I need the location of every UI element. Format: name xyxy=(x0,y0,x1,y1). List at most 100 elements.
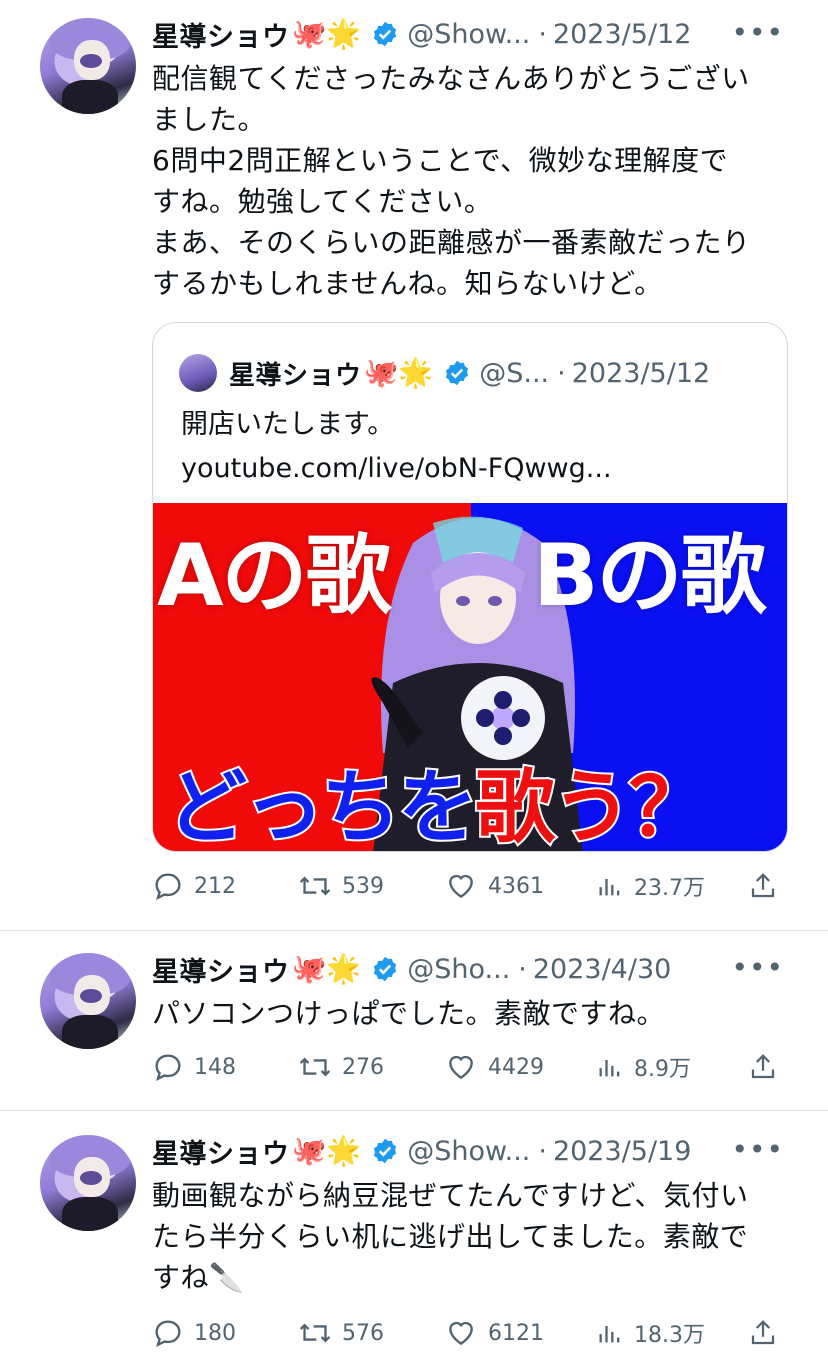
separator: · xyxy=(538,18,547,50)
thumb-bottom-b: 歌う？ xyxy=(473,759,711,852)
avatar[interactable] xyxy=(40,1135,136,1231)
tweet-line: ました。 xyxy=(152,103,267,136)
reply-button[interactable]: 180 xyxy=(152,1317,236,1349)
quote-link[interactable]: youtube.com/live/obN-FQwwg... xyxy=(181,447,612,491)
separator: · xyxy=(518,953,527,985)
author-name[interactable]: 星導ショウ xyxy=(152,15,290,54)
views-icon xyxy=(599,879,620,896)
verified-badge-icon xyxy=(371,1137,399,1165)
tweet-line: 動画観ながら納豆混ぜてたんですけど、気付い xyxy=(152,1179,749,1212)
like-count: 4361 xyxy=(488,873,544,899)
author-handle[interactable]: @Sho... xyxy=(407,954,510,985)
views-button[interactable]: 8.9万 xyxy=(596,1051,691,1083)
avatar[interactable] xyxy=(40,18,136,114)
action-bar: 212 539 4361 23.7万 xyxy=(152,868,788,904)
share-button[interactable] xyxy=(748,1051,788,1083)
tweet-line: 配信観てくださったみなさんありがとうござい xyxy=(152,62,750,95)
tweet-header: 星導ショウ 🐙🌟 @Show... · 2023/5/12 xyxy=(152,14,691,54)
views-icon xyxy=(599,1060,620,1077)
thumb-bottom-a: どっちを xyxy=(165,759,480,852)
reply-icon xyxy=(155,1054,181,1082)
author-emojis: 🐙🌟 xyxy=(291,17,362,50)
video-thumbnail[interactable]: Aの歌 Bの歌 どっちを歌う？ xyxy=(153,503,787,852)
author-emojis: 🐙🌟 xyxy=(291,952,362,985)
avatar[interactable] xyxy=(40,953,136,1049)
retweet-count: 576 xyxy=(342,1320,384,1346)
like-count: 4429 xyxy=(488,1054,544,1080)
views-button[interactable]: 23.7万 xyxy=(596,870,705,902)
thumb-left-label: Aの歌 xyxy=(157,526,392,626)
views-button[interactable]: 18.3万 xyxy=(596,1317,705,1349)
author-emojis: 🐙🌟 xyxy=(291,1134,362,1167)
tweet-date[interactable]: 2023/5/19 xyxy=(553,1136,691,1167)
verified-badge-icon xyxy=(371,955,399,983)
more-options-icon[interactable]: ••• xyxy=(731,16,784,49)
author-name[interactable]: 星導ショウ xyxy=(152,950,290,989)
quote-text: 開店いたします。 youtube.com/live/obN-FQwwg... xyxy=(181,403,612,491)
quote-body: 開店いたします。 xyxy=(181,409,395,440)
retweet-button[interactable]: 276 xyxy=(298,1051,384,1083)
reply-icon xyxy=(155,1320,181,1348)
share-button[interactable] xyxy=(748,870,788,902)
retweet-count: 276 xyxy=(342,1054,384,1080)
reply-count: 148 xyxy=(194,1054,236,1080)
like-button[interactable]: 4361 xyxy=(444,870,544,902)
retweet-button[interactable]: 576 xyxy=(298,1317,384,1349)
heart-icon xyxy=(449,1321,473,1346)
retweet-icon xyxy=(299,1057,331,1077)
like-button[interactable]: 4429 xyxy=(444,1051,544,1083)
reply-icon xyxy=(155,873,181,901)
tweet-line: たら半分くらい机に逃げ出してました。素敵で xyxy=(152,1220,749,1253)
like-button[interactable]: 6121 xyxy=(444,1317,544,1349)
retweet-icon xyxy=(299,1323,331,1343)
share-button[interactable] xyxy=(748,1317,788,1349)
tweet-3[interactable]: 星導ショウ 🐙🌟 @Show... · 2023/5/19 ••• 動画観ながら… xyxy=(0,1111,828,1368)
tweet-line: すね。勉強してください。 xyxy=(152,185,493,218)
quote-date: 2023/5/12 xyxy=(571,357,711,389)
more-options-icon[interactable]: ••• xyxy=(731,1133,784,1166)
tweet-header: 星導ショウ 🐙🌟 @Sho... · 2023/4/30 xyxy=(152,949,671,989)
quote-header: 星導ショウ 🐙🌟 @S... · 2023/5/12 xyxy=(179,353,710,393)
reply-button[interactable]: 212 xyxy=(152,870,236,902)
action-bar: 180 576 6121 18.3万 xyxy=(152,1315,788,1351)
verified-badge-icon xyxy=(371,20,399,48)
separator: · xyxy=(538,1135,547,1167)
quoted-tweet[interactable]: 星導ショウ 🐙🌟 @S... · 2023/5/12 開店いたします。 yout… xyxy=(152,322,788,852)
quote-author-emojis: 🐙🌟 xyxy=(363,356,434,389)
heart-icon xyxy=(449,1055,473,1080)
more-options-icon[interactable]: ••• xyxy=(731,951,784,984)
tweet-header: 星導ショウ 🐙🌟 @Show... · 2023/5/19 xyxy=(152,1131,691,1171)
share-icon xyxy=(751,873,775,898)
tweet-line: 6問中2問正解ということで、微妙な理解度で xyxy=(152,144,729,177)
author-handle[interactable]: @Show... xyxy=(407,1136,530,1167)
separator: · xyxy=(557,357,566,389)
tweet-2[interactable]: 星導ショウ 🐙🌟 @Sho... · 2023/4/30 ••• パソコンつけっ… xyxy=(0,931,828,1111)
reply-count: 212 xyxy=(194,873,236,899)
tweet-line: するかもしれませんね。知らないけど。 xyxy=(152,267,663,300)
heart-icon xyxy=(449,874,473,899)
retweet-button[interactable]: 539 xyxy=(298,870,384,902)
tweet-1[interactable]: 星導ショウ 🐙🌟 @Show... · 2023/5/12 ••• 配信観てくだ… xyxy=(0,0,828,930)
tweet-text: パソコンつけっぱでした。素敵ですね。 xyxy=(152,993,792,1034)
quote-avatar xyxy=(179,354,217,392)
quote-author-handle: @S... xyxy=(479,357,550,389)
tweet-text: 動画観ながら納豆混ぜてたんですけど、気付い たら半分くらい机に逃げ出してました。… xyxy=(152,1175,792,1298)
reply-count: 180 xyxy=(194,1320,236,1346)
tweet-date[interactable]: 2023/5/12 xyxy=(553,19,691,50)
view-count: 23.7万 xyxy=(634,876,705,901)
view-count: 8.9万 xyxy=(634,1057,691,1082)
retweet-count: 539 xyxy=(342,873,384,899)
tweet-text: 配信観てくださったみなさんありがとうござい ました。 6問中2問正解ということで… xyxy=(152,58,792,304)
tweet-line: すね🔪 xyxy=(152,1261,245,1294)
share-icon xyxy=(751,1320,775,1345)
tweet-line: まあ、そのくらいの距離感が一番素敵だったり xyxy=(152,226,751,259)
like-count: 6121 xyxy=(488,1320,544,1346)
quote-author-name: 星導ショウ xyxy=(229,360,362,391)
author-name[interactable]: 星導ショウ xyxy=(152,1132,290,1171)
share-icon xyxy=(751,1054,775,1079)
tweet-date[interactable]: 2023/4/30 xyxy=(533,954,671,985)
verified-badge-icon xyxy=(443,359,471,387)
reply-button[interactable]: 148 xyxy=(152,1051,236,1083)
author-handle[interactable]: @Show... xyxy=(407,19,530,50)
tweet-line: パソコンつけっぱでした。素敵ですね。 xyxy=(152,997,666,1030)
